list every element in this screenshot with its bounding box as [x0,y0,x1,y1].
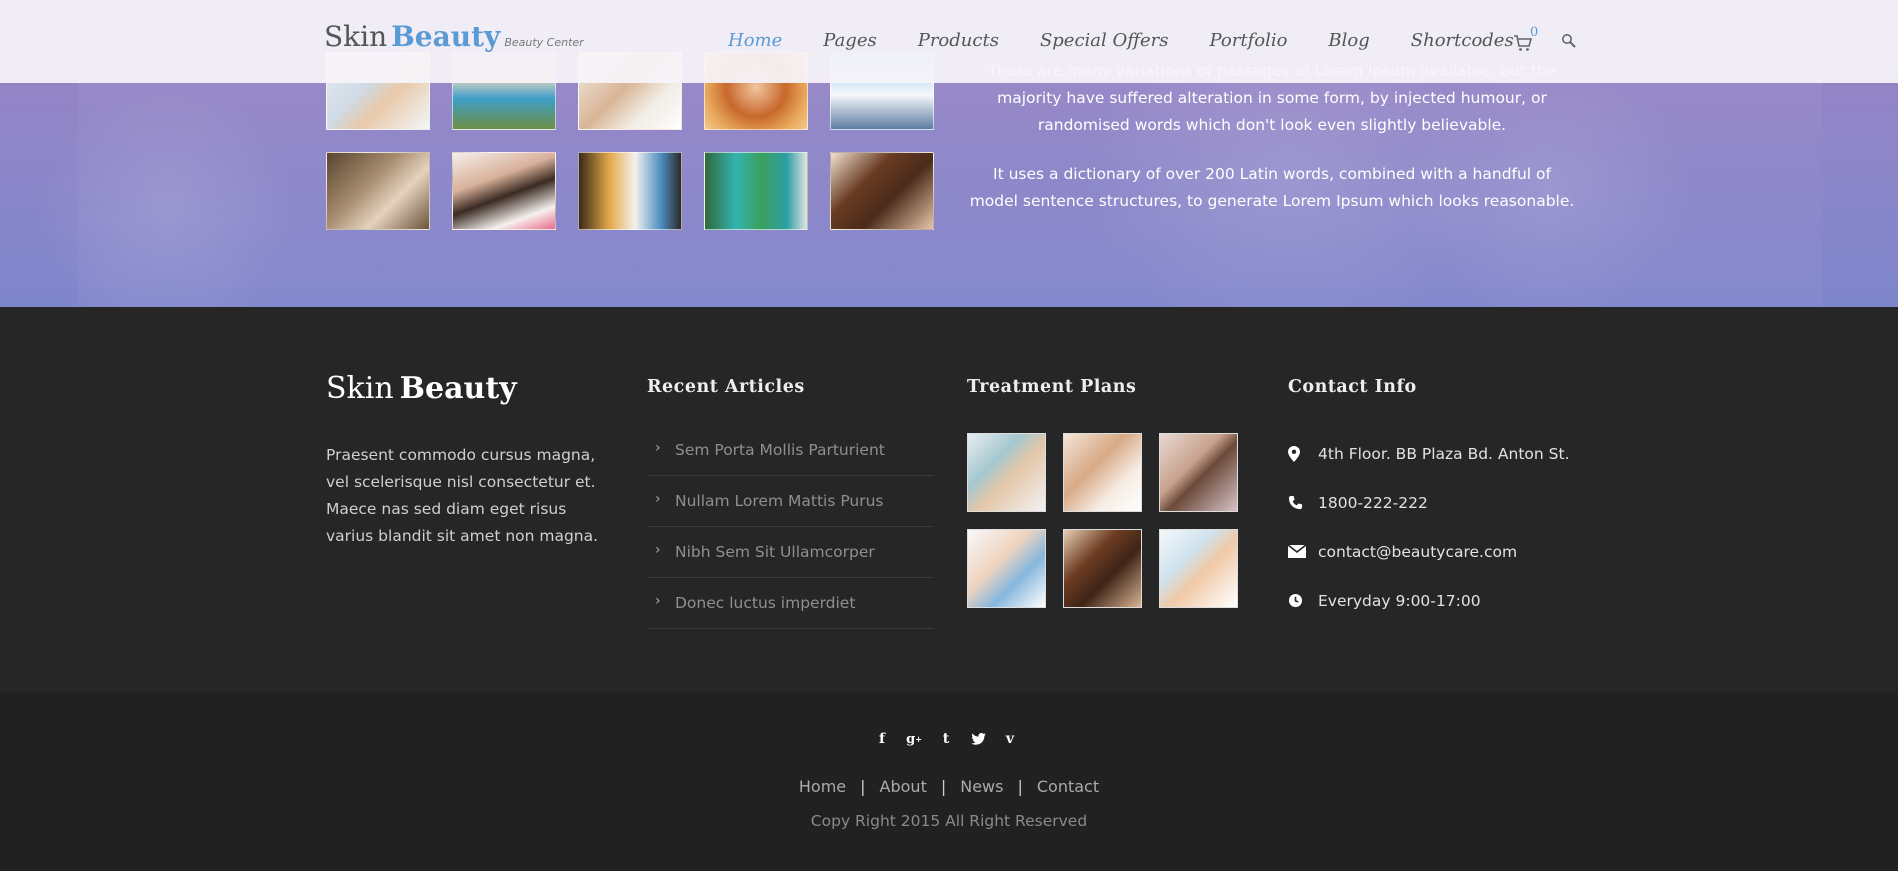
article-title: Sem Porta Mollis Parturient [675,441,885,459]
link-separator: | [860,777,866,796]
nav-products[interactable]: Products [918,30,999,51]
link-separator: | [940,777,947,796]
contact-hours-text: Everyday 9:00-17:00 [1318,591,1481,610]
site-header: Skin Beauty Beauty Center Home Pages Produ… [0,0,1898,83]
twitter-icon[interactable] [969,730,987,748]
chevron-right-icon: › [655,491,661,507]
logo-tagline: Beauty Center [504,36,584,49]
treatment-thumb[interactable] [1063,529,1142,608]
gallery-thumb[interactable] [830,152,934,230]
recent-articles-heading: Recent Articles [647,377,805,397]
treatment-thumb[interactable] [1159,529,1238,608]
footer-about-text: Praesent commodo cursus magna, vel scele… [326,446,599,545]
nav-special-offers[interactable]: Special Offers [1040,30,1169,51]
tumblr-icon[interactable]: t [937,730,955,748]
nav-blog[interactable]: Blog [1328,30,1369,51]
contact-list: 4th Floor. BB Plaza Bd. Anton St. 1800-2… [1288,429,1570,625]
cart-count: 0 [1530,25,1539,40]
footer-link-about[interactable]: About [880,777,927,796]
nav-home[interactable]: Home [728,30,782,51]
footer-widgets: Skin Beauty Praesent commodo cursus magna… [0,307,1898,692]
contact-hours: Everyday 9:00-17:00 [1288,576,1570,625]
facebook-icon[interactable]: f [873,730,891,748]
nav-pages[interactable]: Pages [823,30,876,51]
contact-email-text[interactable]: contact@beautycare.com [1318,543,1517,561]
article-title: Nibh Sem Sit Ullamcorper [675,543,875,561]
treatment-thumb[interactable] [967,433,1046,512]
map-pin-icon [1288,445,1318,462]
footer-link-contact[interactable]: Contact [1037,777,1099,796]
treatment-thumb[interactable] [1159,433,1238,512]
gallery-thumb[interactable] [578,152,682,230]
contact-phone: 1800-222-222 [1288,478,1570,527]
nav-portfolio[interactable]: Portfolio [1210,30,1288,51]
recent-articles-list: › Sem Porta Mollis Parturient › Nullam Lor… [647,425,934,629]
footer-link-home[interactable]: Home [799,777,846,796]
social-links: f g + t v [873,730,1019,748]
contact-info-heading: Contact Info [1288,377,1417,397]
copyright-text: Copy Right 2015 All Right Reserved [810,812,1088,830]
treatment-plans-heading: Treatment Plans [967,377,1137,397]
contact-phone-text[interactable]: 1800-222-222 [1318,494,1428,512]
search-icon[interactable] [1561,33,1577,49]
chevron-right-icon: › [655,593,661,609]
contact-address: 4th Floor. BB Plaza Bd. Anton St. [1288,429,1570,478]
google-plus-icon[interactable]: g + [905,730,923,748]
link-separator: | [1017,777,1023,796]
logo-beauty: Beauty [391,20,501,53]
footer-bottom: f g + t v Home | About | News | Contact Copy Ri… [0,692,1898,871]
logo-skin: Skin [324,20,388,53]
gallery-thumb[interactable] [452,152,556,230]
gallery-thumb[interactable] [704,152,808,230]
clock-icon [1288,593,1318,608]
chevron-right-icon: › [655,440,661,456]
contact-email: contact@beautycare.com [1288,527,1570,576]
treatment-thumb[interactable] [1063,433,1142,512]
footer-logo-skin: Skin [326,371,394,406]
gallery-thumb[interactable] [326,152,430,230]
article-title: Donec luctus imperdiet [675,594,856,612]
hero-paragraph-2: It uses a dictionary of over 200 Latin w… [969,165,1575,210]
vimeo-icon[interactable]: v [1001,730,1019,748]
main-nav: Home Pages Products Special Offers Portf… [728,30,1555,51]
article-link[interactable]: › Donec luctus imperdiet [647,578,934,629]
site-logo[interactable]: Skin Beauty Beauty Center [324,20,584,53]
footer-link-news[interactable]: News [960,777,1003,796]
article-link[interactable]: › Sem Porta Mollis Parturient [647,425,934,476]
footer-logo-beauty: Beauty [399,371,517,406]
contact-address-text: 4th Floor. BB Plaza Bd. Anton St. [1318,444,1570,463]
chevron-right-icon: › [655,542,661,558]
phone-icon [1288,495,1318,510]
treatment-thumb[interactable] [967,529,1046,608]
article-link[interactable]: › Nibh Sem Sit Ullamcorper [647,527,934,578]
footer-links: Home | About | News | Contact [0,777,1898,796]
article-link[interactable]: › Nullam Lorem Mattis Purus [647,476,934,527]
envelope-icon [1288,545,1318,558]
article-title: Nullam Lorem Mattis Purus [675,492,884,510]
nav-shortcodes[interactable]: Shortcodes [1411,30,1514,51]
footer-logo[interactable]: Skin Beauty [326,371,517,406]
